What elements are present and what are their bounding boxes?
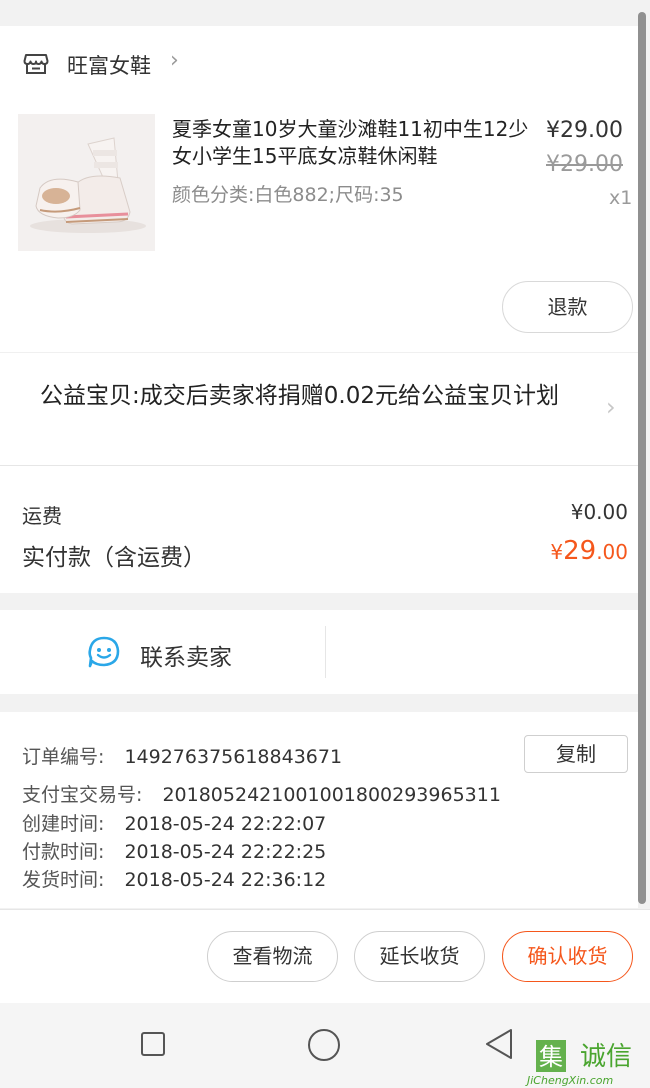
divider [325, 626, 326, 678]
shop-header[interactable]: 旺富女鞋 › [0, 26, 638, 102]
shop-name: 旺富女鞋 [67, 54, 151, 78]
paid-amount: ¥29.00 [550, 536, 628, 566]
svg-text:诚信: 诚信 [580, 1042, 632, 1072]
refund-button[interactable]: 退款 [502, 281, 633, 333]
product-original-price: ¥29.00 [546, 152, 623, 177]
paid-time-row: 付款时间: 2018-05-24 22:22:25 [22, 837, 326, 864]
product-card[interactable]: 夏季女童10岁大童沙滩鞋11初中生12少女小学生15平底女凉鞋休闲鞋 颜色分类:… [0, 102, 638, 352]
charity-text: 公益宝贝:成交后卖家将捐赠0.02元给公益宝贝计划 [40, 383, 559, 409]
alipay-label: 支付宝交易号: [22, 784, 143, 806]
order-number-row: 订单编号: 149276375618843671 [22, 742, 342, 769]
created-time: 2018-05-24 22:22:07 [124, 813, 327, 835]
paid-integer: 29 [563, 536, 597, 566]
chevron-right-icon: › [606, 393, 616, 421]
shipped-row: 发货时间: 2018-05-24 22:36:12 [22, 865, 326, 892]
chevron-right-icon: › [170, 48, 179, 73]
shipping-value: ¥0.00 [570, 500, 628, 524]
svg-text:集: 集 [539, 1043, 563, 1071]
order-number-label: 订单编号: [22, 746, 105, 768]
back-icon[interactable] [484, 1028, 514, 1064]
watermark-domain: JiChengXin.com [527, 1074, 614, 1087]
fee-summary: 运费 ¥0.00 实付款（含运费） ¥29.00 [0, 465, 638, 593]
order-info: 订单编号: 149276375618843671 复制 支付宝交易号: 2018… [0, 712, 638, 908]
product-spec: 颜色分类:白色882;尺码:35 [172, 184, 404, 206]
chat-bubble-icon[interactable] [86, 634, 122, 670]
product-price: ¥29.00 [546, 118, 623, 143]
extend-receipt-button[interactable]: 延长收货 [354, 931, 485, 982]
paid-time-label: 付款时间: [22, 841, 105, 863]
paid-decimal: .00 [596, 540, 628, 564]
charity-notice[interactable]: 公益宝贝:成交后卖家将捐赠0.02元给公益宝贝计划 › [0, 352, 638, 465]
shipped-label: 发货时间: [22, 869, 105, 891]
recent-apps-icon[interactable] [140, 1031, 166, 1061]
home-icon[interactable] [307, 1028, 341, 1066]
alipay-number: 2018052421001001800293965311 [162, 784, 501, 806]
contact-seller-button[interactable]: 联系卖家 [140, 638, 232, 672]
alipay-row: 支付宝交易号: 2018052421001001800293965311 [22, 780, 501, 807]
product-quantity: x1 [609, 187, 633, 209]
contact-bar: 联系卖家 [0, 610, 638, 694]
shipped-time: 2018-05-24 22:36:12 [124, 869, 327, 891]
confirm-receipt-button[interactable]: 确认收货 [502, 931, 633, 982]
paid-label: 实付款（含运费） [22, 545, 206, 571]
paid-currency: ¥ [550, 540, 564, 564]
action-bar: 查看物流 延长收货 确认收货 [0, 909, 650, 1003]
paid-time: 2018-05-24 22:22:25 [124, 841, 327, 863]
product-title[interactable]: 夏季女童10岁大童沙滩鞋11初中生12少女小学生15平底女凉鞋休闲鞋 [172, 116, 538, 170]
store-icon [22, 49, 50, 77]
scrollbar[interactable] [638, 12, 646, 904]
product-thumbnail[interactable] [18, 114, 155, 251]
order-number: 149276375618843671 [124, 746, 343, 768]
shipping-label: 运费 [22, 504, 62, 528]
view-logistics-button[interactable]: 查看物流 [207, 931, 338, 982]
created-label: 创建时间: [22, 813, 105, 835]
created-row: 创建时间: 2018-05-24 22:22:07 [22, 809, 326, 836]
copy-button[interactable]: 复制 [524, 735, 628, 773]
